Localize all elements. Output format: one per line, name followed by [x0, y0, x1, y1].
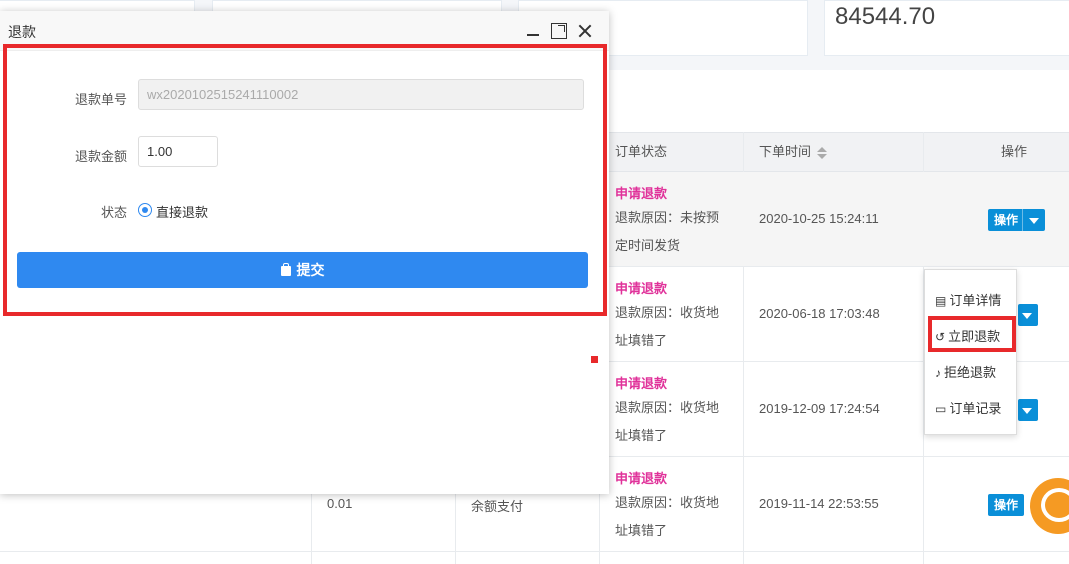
action-dropdown: ▤ 订单详情 ↺ 立即退款 ♪ 拒绝退款 ▭ 订单记录 — [924, 269, 1017, 435]
op-button[interactable] — [1018, 304, 1038, 326]
file-icon: ▤ — [935, 294, 947, 308]
order-time: 2019-12-09 17:24:54 — [759, 401, 880, 416]
refund-amount-label: 退款金额 — [74, 149, 127, 164]
th-order-time[interactable]: 下单时间 — [759, 133, 828, 171]
dropdown-item-order-record[interactable]: ▭ 订单记录 — [935, 398, 1001, 417]
reject-icon: ♪ — [935, 366, 941, 380]
dropdown-item-order-detail[interactable]: ▤ 订单详情 — [935, 290, 1001, 309]
bag-icon — [280, 263, 291, 276]
payment-method: 余额支付 — [471, 499, 524, 514]
th-order-time-label: 下单时间 — [759, 144, 812, 159]
chevron-down-icon — [1029, 217, 1040, 224]
op-button[interactable] — [1018, 399, 1038, 421]
th-actions: 操作 — [1001, 144, 1028, 159]
modal-title: 退款 — [8, 24, 36, 40]
minimize-icon[interactable] — [525, 23, 541, 39]
highlight-frame: 退款单号 退款金额 状态 直接退款 提交 — [3, 44, 607, 316]
op-button-label: 操作 — [994, 213, 1019, 227]
highlight-frame — [928, 316, 1016, 352]
maximize-icon[interactable] — [551, 23, 567, 39]
dropdown-item-label: 订单详情 — [949, 293, 1002, 308]
order-amount: 0.01 — [327, 496, 353, 511]
order-status: 申请退款 — [615, 376, 668, 391]
dropdown-item-reject-refund[interactable]: ♪ 拒绝退款 — [935, 362, 996, 381]
sort-icon[interactable] — [817, 146, 828, 160]
stat-card-4: 84544.70 — [824, 0, 1069, 56]
order-status: 申请退款 — [615, 186, 668, 201]
chevron-down-icon — [1022, 312, 1032, 319]
record-icon: ▭ — [935, 402, 947, 416]
order-status: 申请退款 — [615, 281, 668, 296]
dropdown-item-label: 拒绝退款 — [944, 365, 997, 380]
chevron-down-icon — [1022, 407, 1032, 414]
refund-reason: 退款原因：收货地址填错了 — [615, 400, 720, 443]
order-time: 2020-10-25 15:24:11 — [759, 211, 879, 226]
submit-button[interactable]: 提交 — [17, 252, 588, 288]
direct-refund-radio[interactable] — [138, 203, 152, 217]
order-time: 2020-06-18 17:03:48 — [759, 306, 880, 321]
refund-reason: 退款原因：收货地址填错了 — [615, 495, 720, 538]
order-time: 2019-11-14 22:53:55 — [759, 496, 879, 511]
op-button-label: 操作 — [994, 498, 1019, 512]
refund-reason: 退款原因：收货地址填错了 — [615, 305, 720, 348]
submit-button-label: 提交 — [296, 262, 325, 278]
op-button[interactable]: 操作 — [988, 209, 1046, 231]
th-order-status: 订单状态 — [615, 144, 668, 159]
divider — [1022, 209, 1024, 231]
stat-value: 84544.70 — [835, 3, 936, 30]
refund-no-input[interactable] — [138, 79, 584, 110]
status-label: 状态 — [100, 205, 127, 220]
refund-no-label: 退款单号 — [74, 92, 127, 107]
refund-amount-input[interactable] — [138, 136, 218, 167]
refund-modal: 退款 退款单号 退款金额 状态 直接退款 提交 — [0, 11, 609, 494]
direct-refund-radio-label[interactable]: 直接退款 — [156, 202, 208, 221]
order-status: 申请退款 — [615, 471, 668, 486]
red-marker — [591, 356, 598, 363]
refund-reason: 退款原因：未按预定时间发货 — [615, 210, 720, 253]
close-icon[interactable] — [577, 23, 593, 39]
op-button[interactable]: 操作 — [988, 494, 1025, 516]
dropdown-item-label: 订单记录 — [949, 401, 1002, 416]
